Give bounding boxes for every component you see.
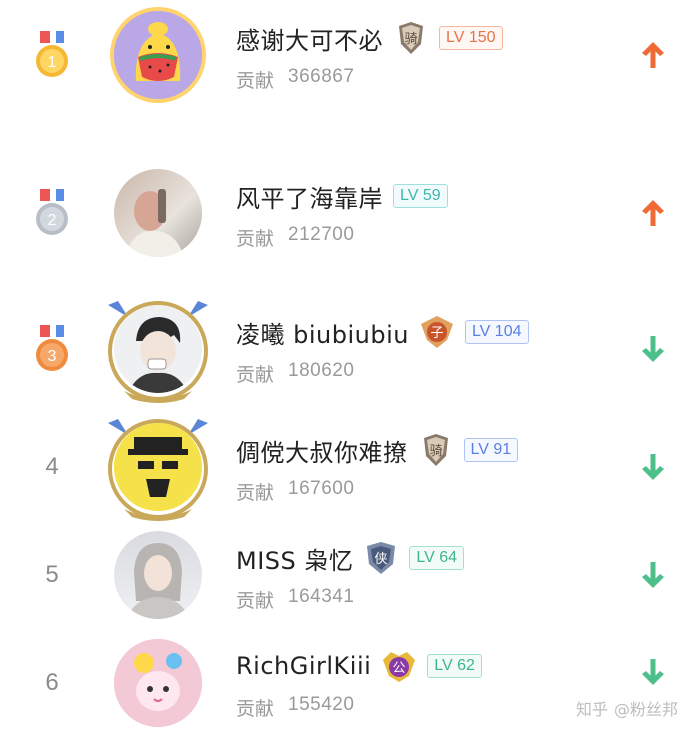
svg-text:骑: 骑 (404, 32, 417, 47)
arrow-up-icon (642, 200, 664, 226)
arrow-down-icon (642, 336, 664, 362)
contribution: 贡献 212700 (236, 224, 355, 250)
rank-number: 1 (48, 54, 57, 71)
silver-medal-icon: 2 (36, 189, 68, 235)
svg-text:公: 公 (393, 661, 406, 676)
rank-number: 5 (45, 561, 59, 588)
watermark-handle: @粉丝邦 (613, 700, 678, 719)
user-name[interactable]: RichGirlKiii (236, 652, 371, 680)
rank-number: 2 (48, 212, 57, 229)
level-badge: LV 59 (393, 184, 448, 208)
contribution: 贡献 366867 (236, 66, 355, 92)
level-badge: LV 91 (463, 438, 519, 462)
duke-badge-icon: 公 (383, 652, 416, 682)
level-badge: LV 62 (427, 654, 482, 678)
level-badge: LV 104 (464, 320, 529, 344)
arrow-up-icon (642, 42, 664, 68)
avatar[interactable] (114, 169, 202, 257)
user-name[interactable]: 风平了海靠岸 (236, 179, 383, 214)
ranking-row[interactable]: 1 感谢大可不必 骑 LV 150 贡献 366867 (0, 0, 694, 110)
contribution: 贡献 180620 (236, 360, 355, 386)
ranking-row[interactable]: 2 风平了海靠岸 LV 59 贡献 212700 (0, 158, 694, 268)
cartoon-avatar-icon (114, 639, 202, 727)
bronze-medal-icon: 3 (36, 325, 68, 371)
avatar[interactable] (114, 11, 202, 99)
rank-number: 3 (48, 348, 57, 365)
watermark: 知乎 @粉丝邦 (576, 696, 678, 720)
photo-avatar-icon (124, 189, 184, 257)
contribution: 贡献 164341 (236, 586, 355, 612)
avatar[interactable] (114, 639, 202, 727)
avatar[interactable] (114, 423, 202, 511)
user-name[interactable]: MISS 枭忆 (236, 541, 353, 576)
watermark-site: 知乎 (575, 700, 608, 719)
duck-avatar-icon (114, 11, 202, 99)
avatar[interactable] (114, 531, 202, 619)
gold-medal-icon: 1 (36, 31, 68, 77)
anime-avatar-icon (128, 317, 188, 393)
level-badge: LV 64 (409, 546, 465, 570)
ranking-row[interactable]: 4 倜傥大叔你难撩 骑 LV 91 贡献 167600 (0, 412, 694, 522)
rank-number: 4 (45, 453, 59, 480)
level-badge: LV 150 (439, 26, 503, 50)
ranking-row[interactable]: 5 MISS 枭忆 侠 LV 64 贡献 164341 (0, 520, 694, 630)
arrow-down-icon (642, 659, 664, 685)
hero-badge-icon: 侠 (367, 542, 396, 574)
avatar[interactable] (114, 305, 202, 393)
svg-text:侠: 侠 (375, 552, 388, 567)
prince-badge-icon: 子 (420, 316, 453, 348)
rank-number: 6 (45, 669, 59, 696)
user-name[interactable]: 感谢大可不必 (236, 21, 383, 56)
contribution: 贡献 155420 (236, 694, 355, 720)
ranking-row[interactable]: 6 RichGirlKiii 公 LV 62 贡献 155420 (0, 628, 694, 738)
contribution: 贡献 167600 (236, 478, 355, 504)
knight-badge-icon: 骑 (423, 434, 448, 466)
user-name[interactable]: 凌曦 biubiubiu (236, 315, 409, 350)
arrow-down-icon (642, 562, 664, 588)
knight-badge-icon: 骑 (399, 22, 423, 54)
ranking-row[interactable]: 3 凌曦 biubiubiu 子 LV 104 贡献 180620 (0, 294, 694, 404)
arrow-down-icon (642, 454, 664, 480)
svg-text:骑: 骑 (429, 444, 442, 459)
cartoon-avatar-icon (114, 423, 202, 511)
photo-avatar-icon (126, 543, 190, 619)
user-name[interactable]: 倜傥大叔你难撩 (236, 433, 408, 468)
svg-text:子: 子 (430, 326, 443, 341)
